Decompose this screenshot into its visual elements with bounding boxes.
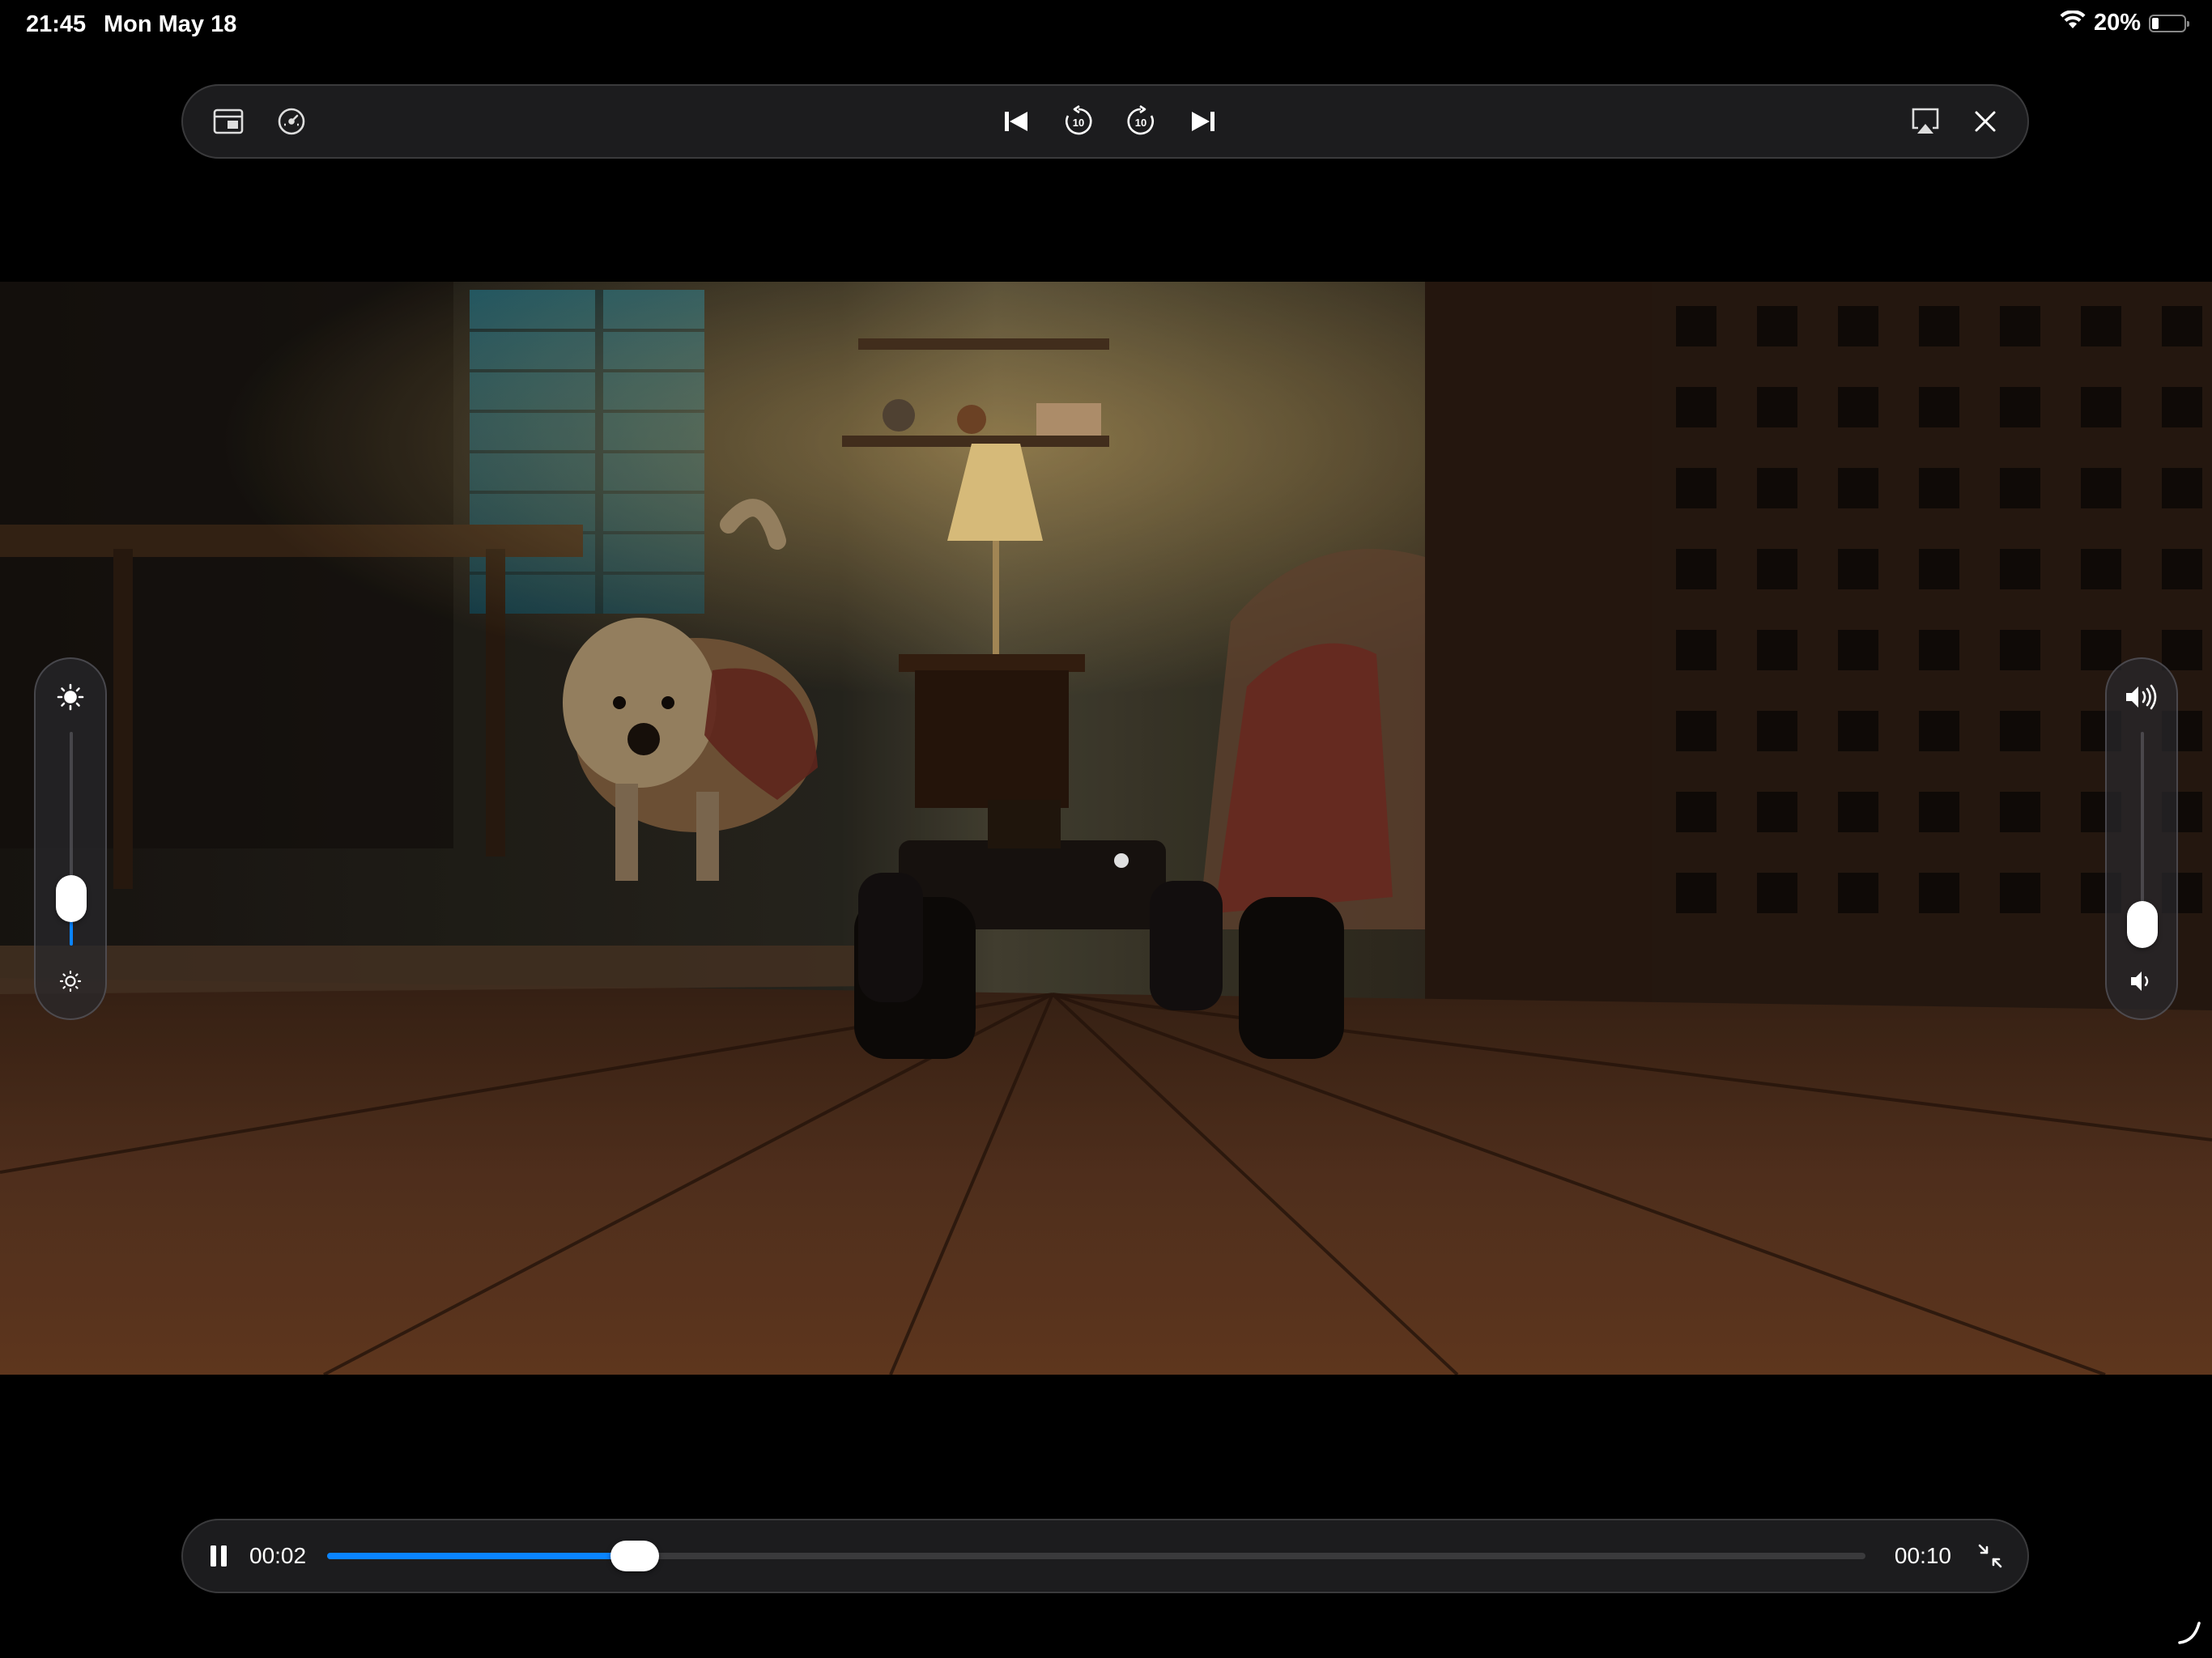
picture-in-picture-icon[interactable] bbox=[206, 99, 251, 144]
status-time: 21:45 bbox=[26, 11, 87, 37]
current-time: 00:02 bbox=[249, 1543, 307, 1568]
status-right-group: 20% bbox=[2060, 10, 2189, 36]
progress-bar[interactable] bbox=[327, 1541, 1865, 1571]
progress-knob[interactable] bbox=[610, 1541, 659, 1571]
skip-next-icon[interactable] bbox=[1180, 99, 1226, 144]
brightness-low-icon bbox=[58, 969, 83, 997]
status-bar: 21:45 Mon May 18 20% bbox=[0, 0, 2212, 52]
volume-slider[interactable] bbox=[2105, 657, 2178, 1020]
total-time: 00:10 bbox=[1894, 1543, 1951, 1568]
svg-text:10: 10 bbox=[1135, 117, 1146, 129]
pause-icon[interactable] bbox=[196, 1533, 241, 1579]
battery-fill bbox=[2152, 17, 2159, 29]
volume-track[interactable] bbox=[2127, 732, 2158, 948]
close-icon[interactable] bbox=[1963, 99, 2008, 144]
wifi-icon bbox=[2060, 10, 2086, 36]
status-date: Mon May 18 bbox=[104, 11, 237, 37]
volume-knob[interactable] bbox=[2127, 900, 2158, 948]
svg-text:10: 10 bbox=[1073, 117, 1084, 129]
video-player-screen: 21:45 Mon May 18 20% 10 10 00:02 00:10 bbox=[0, 0, 2212, 1658]
battery-percent: 20% bbox=[2093, 10, 2141, 36]
progress-fill bbox=[327, 1553, 635, 1559]
video-frame[interactable] bbox=[0, 282, 2212, 1375]
playback-speed-icon[interactable] bbox=[269, 99, 314, 144]
exit-fullscreen-icon[interactable] bbox=[1967, 1533, 2013, 1579]
forward-10-icon[interactable]: 10 bbox=[1118, 99, 1163, 144]
brightness-knob[interactable] bbox=[56, 874, 87, 922]
volume-high-icon bbox=[2124, 683, 2159, 715]
volume-low-icon bbox=[2129, 969, 2155, 997]
corner-handle-icon bbox=[2175, 1618, 2204, 1652]
top-control-bar: 10 10 bbox=[181, 84, 2029, 159]
rewind-10-icon[interactable]: 10 bbox=[1056, 99, 1101, 144]
brightness-slider[interactable] bbox=[34, 657, 107, 1020]
brightness-track[interactable] bbox=[56, 732, 87, 946]
bottom-control-bar: 00:02 00:10 bbox=[181, 1519, 2029, 1593]
video-scene bbox=[0, 282, 2212, 1375]
battery-icon bbox=[2149, 14, 2189, 32]
skip-previous-icon[interactable] bbox=[993, 99, 1039, 144]
brightness-high-icon bbox=[57, 683, 84, 715]
airplay-icon[interactable] bbox=[1903, 99, 1948, 144]
